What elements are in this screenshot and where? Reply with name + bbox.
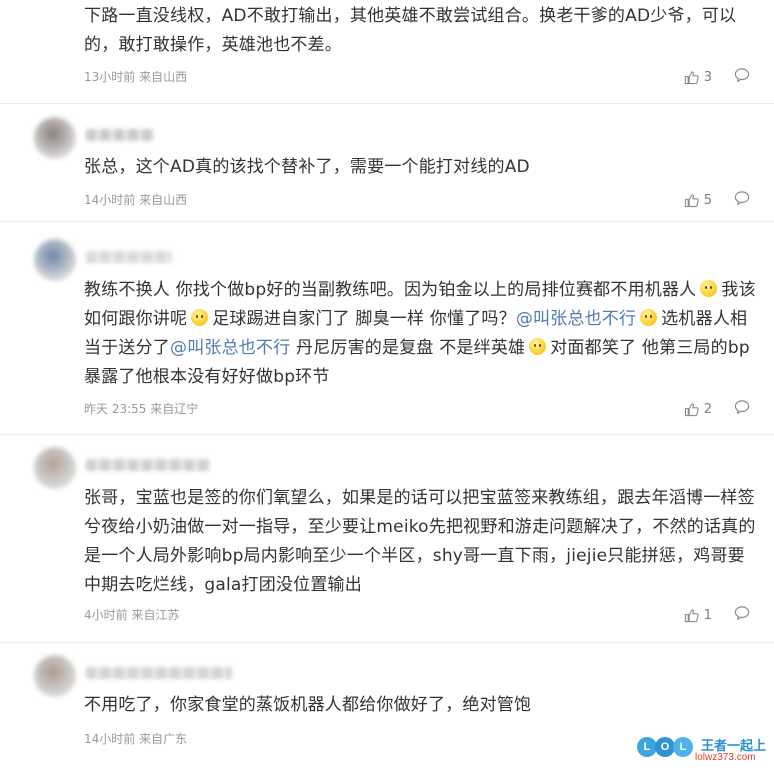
comment-item: 张总，这个AD真的该找个替补了，需要一个能打对线的AD 14小时前 来自山西 5 bbox=[0, 103, 774, 222]
comment-text-segment: 教练不换人 你找个做bp好的当副教练吧。因为铂金以上的局排位赛都不用机器人 bbox=[84, 280, 697, 300]
comment-text-segment: 丹尼厉害的是复盘 不是绊英雄 bbox=[290, 338, 526, 358]
avatar[interactable] bbox=[34, 239, 76, 281]
watermark-logo-o: O bbox=[655, 737, 675, 757]
comment-meta: 14小时前 来自山西 bbox=[84, 193, 188, 207]
comment-text: 教练不换人 你找个做bp好的当副教练吧。因为铂金以上的局排位赛都不用机器人 我该如… bbox=[84, 276, 756, 392]
comment-bubble-icon bbox=[734, 606, 750, 620]
comment-actions: 5 bbox=[684, 191, 750, 209]
watermark-logo-l1: L bbox=[637, 737, 657, 757]
like-count: 5 bbox=[703, 192, 712, 208]
reply-button[interactable] bbox=[734, 67, 750, 87]
username[interactable] bbox=[86, 667, 232, 679]
comment-actions: 2 bbox=[684, 400, 750, 418]
smile-emoji-icon bbox=[640, 309, 658, 326]
smile-emoji-icon bbox=[191, 309, 209, 326]
comment-item: 下路一直没线权，AD不敢打输出，其他英雄不敢尝试组合。换老干爹的AD少爷，可以的… bbox=[0, 0, 774, 104]
comment-meta: 13小时前 来自山西 bbox=[84, 70, 188, 84]
avatar[interactable] bbox=[34, 447, 76, 489]
watermark-logo-l2: L bbox=[673, 737, 693, 757]
comment-text-segment: 不用吃了，你家食堂的蒸饭机器人都给你做好了，绝对管饱 bbox=[84, 695, 532, 715]
comment-meta: 昨天 23:55 来自辽宁 bbox=[84, 402, 199, 416]
comment-text-segment: 下路一直没线权，AD不敢打输出，其他英雄不敢尝试组合。换老干爹的AD少爷，可以的… bbox=[84, 6, 737, 55]
comment-item: 张哥，宝蓝也是签的你们氧望么，如果是的话可以把宝蓝签来教练组，跟去年滔博一样签兮… bbox=[0, 434, 774, 643]
comment-text-segment: 足球踢进自家门了 脚臭一样 你懂了吗？ bbox=[212, 309, 516, 329]
smile-emoji-icon bbox=[700, 280, 718, 297]
user-mention-link[interactable]: @叫张总也不行 bbox=[516, 309, 636, 329]
comment-text: 不用吃了，你家食堂的蒸饭机器人都给你做好了，绝对管饱 bbox=[84, 691, 756, 720]
like-button[interactable]: 1 bbox=[684, 608, 712, 623]
thumbs-up-icon bbox=[684, 608, 699, 622]
comment-text: 张哥，宝蓝也是签的你们氧望么，如果是的话可以把宝蓝签来教练组，跟去年滔博一样签兮… bbox=[84, 484, 756, 600]
comment-item: 教练不换人 你找个做bp好的当副教练吧。因为铂金以上的局排位赛都不用机器人 我该如… bbox=[0, 221, 774, 435]
comment-feed: 下路一直没线权，AD不敢打输出，其他英雄不敢尝试组合。换老干爹的AD少爷，可以的… bbox=[0, 0, 774, 771]
like-button[interactable]: 2 bbox=[684, 402, 712, 417]
site-watermark: L O L 王者一起上 lolwz373.com bbox=[635, 735, 770, 769]
reply-button[interactable] bbox=[734, 605, 750, 625]
comment-actions: 3 bbox=[684, 68, 750, 86]
thumbs-up-icon bbox=[684, 70, 699, 84]
laugh-emoji-icon bbox=[529, 338, 547, 355]
like-count: 3 bbox=[703, 69, 712, 85]
username[interactable] bbox=[86, 251, 172, 263]
user-mention-link[interactable]: @叫张总也不行 bbox=[170, 338, 290, 358]
avatar[interactable] bbox=[34, 117, 76, 159]
like-button[interactable]: 3 bbox=[684, 70, 712, 85]
watermark-url: lolwz373.com bbox=[695, 752, 756, 763]
comment-actions: 1 bbox=[684, 606, 750, 624]
comment-bubble-icon bbox=[734, 400, 750, 414]
username[interactable] bbox=[86, 129, 154, 141]
comment-meta: 4小时前 来自江苏 bbox=[84, 608, 180, 622]
avatar[interactable] bbox=[34, 655, 76, 697]
username[interactable] bbox=[86, 459, 210, 471]
like-count: 2 bbox=[703, 401, 712, 417]
thumbs-up-icon bbox=[684, 402, 699, 416]
reply-button[interactable] bbox=[734, 399, 750, 419]
like-button[interactable]: 5 bbox=[684, 193, 712, 208]
reply-button[interactable] bbox=[734, 190, 750, 210]
comment-meta: 14小时前 来自广东 bbox=[84, 732, 188, 746]
comment-text-segment: 张哥，宝蓝也是签的你们氧望么，如果是的话可以把宝蓝签来教练组，跟去年滔博一样签兮… bbox=[84, 488, 756, 595]
comment-bubble-icon bbox=[734, 191, 750, 205]
comment-text: 下路一直没线权，AD不敢打输出，其他英雄不敢尝试组合。换老干爹的AD少爷，可以的… bbox=[84, 2, 756, 60]
thumbs-up-icon bbox=[684, 193, 699, 207]
like-count: 1 bbox=[703, 607, 712, 623]
comment-bubble-icon bbox=[734, 68, 750, 82]
comment-text-segment: 张总，这个AD真的该找个替补了，需要一个能打对线的AD bbox=[84, 157, 530, 177]
comment-text: 张总，这个AD真的该找个替补了，需要一个能打对线的AD bbox=[84, 153, 756, 182]
